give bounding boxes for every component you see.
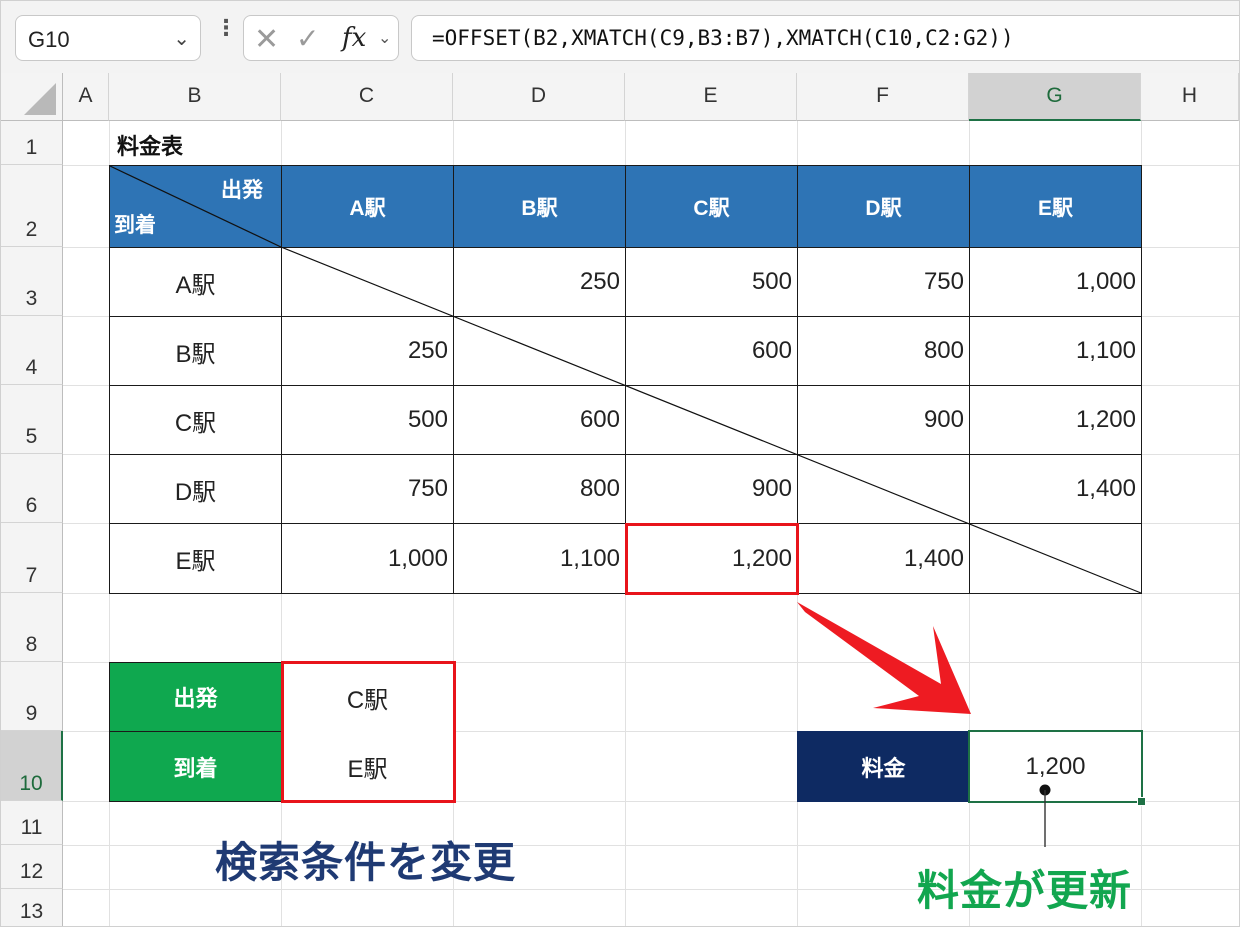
fare-cell[interactable]: 600 (453, 385, 626, 455)
column-header-b[interactable]: B (109, 73, 281, 121)
fare-cell[interactable]: 500 (625, 247, 798, 317)
departure-label[interactable]: 出発 (109, 662, 282, 732)
row-station-c[interactable]: C駅 (109, 385, 282, 455)
row-header-8[interactable]: 8 (1, 593, 63, 662)
formula-input[interactable]: =OFFSET(B2,XMATCH(C9,B3:B7),XMATCH(C10,C… (411, 15, 1239, 61)
fare-cell[interactable]: 1,000 (281, 523, 454, 594)
column-header-d[interactable]: D (453, 73, 625, 121)
formula-bar: G10 ⌄ ⋮ ✕ ✓ fx ⌄ =OFFSET(B2,XMATCH(C9,B3… (1, 1, 1239, 74)
sheet-title[interactable]: 料金表 (117, 129, 183, 161)
column-header-e[interactable]: E (625, 73, 797, 121)
fill-handle[interactable] (1137, 797, 1146, 806)
leader-line (1039, 784, 1051, 847)
fare-cell[interactable] (625, 385, 798, 455)
fare-cell[interactable]: 1,400 (797, 523, 970, 594)
fare-cell[interactable]: 800 (797, 316, 970, 386)
annotation-fare-updated: 料金が更新 (917, 867, 1133, 914)
fare-cell[interactable]: 250 (281, 316, 454, 386)
corner-header-cell[interactable]: 出発 到着 (109, 165, 282, 248)
arrival-label[interactable]: 到着 (109, 731, 282, 802)
chevron-down-icon[interactable]: ⌄ (378, 28, 391, 48)
row-header-2[interactable]: 2 (1, 165, 63, 247)
departure-header: 出発 (221, 179, 263, 202)
column-header-c[interactable]: C (281, 73, 453, 121)
column-station-e[interactable]: E駅 (969, 165, 1142, 248)
fare-cell[interactable]: 500 (281, 385, 454, 455)
row-header-10[interactable]: 10 (1, 731, 63, 801)
column-station-b[interactable]: B駅 (453, 165, 626, 248)
fare-cell[interactable] (969, 523, 1142, 594)
column-station-c[interactable]: C駅 (625, 165, 798, 248)
row-station-a[interactable]: A駅 (109, 247, 282, 317)
column-station-d[interactable]: D駅 (797, 165, 970, 248)
row-header-9[interactable]: 9 (1, 662, 63, 731)
row-header-11[interactable]: 11 (1, 801, 63, 845)
chevron-down-icon[interactable]: ⌄ (173, 26, 190, 51)
red-arrow-icon (797, 602, 971, 714)
highlight-search-inputs (281, 661, 456, 803)
row-header-1[interactable]: 1 (1, 121, 63, 165)
formula-text: =OFFSET(B2,XMATCH(C9,B3:B7),XMATCH(C10,C… (432, 26, 1014, 50)
fare-cell[interactable]: 600 (625, 316, 798, 386)
row-station-b[interactable]: B駅 (109, 316, 282, 386)
row-header-5[interactable]: 5 (1, 385, 63, 454)
fare-cell[interactable]: 1,400 (969, 454, 1142, 524)
highlight-result-cell (625, 523, 799, 595)
name-box[interactable]: G10 ⌄ (15, 15, 201, 61)
fare-cell[interactable] (797, 454, 970, 524)
column-station-a[interactable]: A駅 (281, 165, 454, 248)
fare-cell[interactable]: 900 (625, 454, 798, 524)
row-header-7[interactable]: 7 (1, 523, 63, 593)
row-header-6[interactable]: 6 (1, 454, 63, 523)
fare-cell[interactable]: 1,000 (969, 247, 1142, 317)
select-all-button[interactable] (1, 73, 63, 121)
insert-function-icon[interactable]: fx (342, 23, 366, 53)
fare-cell[interactable] (453, 316, 626, 386)
column-header-h[interactable]: H (1141, 73, 1239, 121)
row-station-d[interactable]: D駅 (109, 454, 282, 524)
fare-cell[interactable]: 750 (797, 247, 970, 317)
check-icon[interactable]: ✓ (296, 22, 319, 55)
row-header-12[interactable]: 12 (1, 845, 63, 889)
row-station-e[interactable]: E駅 (109, 523, 282, 594)
more-options-icon[interactable]: ⋮ (215, 17, 237, 39)
row-header-13[interactable]: 13 (1, 889, 63, 926)
column-header-a[interactable]: A (63, 73, 109, 121)
column-header-f[interactable]: F (797, 73, 969, 121)
cancel-icon[interactable]: ✕ (254, 22, 279, 57)
spreadsheet-window: G10 ⌄ ⋮ ✕ ✓ fx ⌄ =OFFSET(B2,XMATCH(C9,B3… (0, 0, 1240, 927)
arrival-header: 到着 (114, 214, 156, 237)
formula-buttons: ✕ ✓ fx ⌄ (243, 15, 399, 61)
fare-cell[interactable]: 800 (453, 454, 626, 524)
row-header-4[interactable]: 4 (1, 316, 63, 385)
row-header-3[interactable]: 3 (1, 247, 63, 316)
column-header-g[interactable]: G (969, 73, 1141, 121)
fare-cell[interactable]: 900 (797, 385, 970, 455)
fare-cell[interactable]: 1,100 (453, 523, 626, 594)
name-box-value: G10 (28, 27, 70, 52)
fare-cell[interactable]: 1,100 (969, 316, 1142, 386)
fare-cell[interactable]: 250 (453, 247, 626, 317)
fare-cell[interactable] (281, 247, 454, 317)
annotation-change-condition: 検索条件を変更 (215, 839, 517, 886)
fare-cell[interactable]: 1,200 (969, 385, 1142, 455)
fare-cell[interactable]: 750 (281, 454, 454, 524)
fare-label[interactable]: 料金 (797, 731, 970, 802)
